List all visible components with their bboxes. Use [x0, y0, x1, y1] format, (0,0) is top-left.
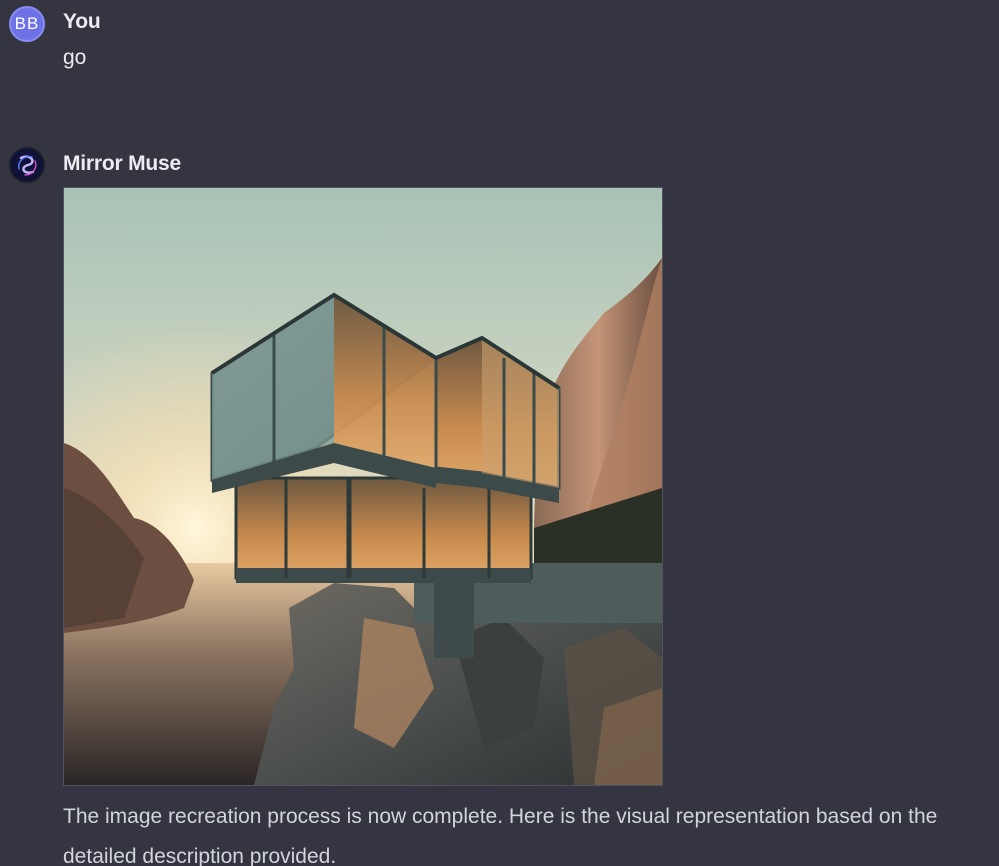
assistant-avatar	[9, 147, 45, 183]
assistant-author-name: Mirror Muse	[63, 152, 181, 175]
user-message-text: go	[63, 46, 87, 69]
user-author-name: You	[63, 10, 101, 33]
generated-image-illustration	[64, 188, 662, 785]
swirl-logo-icon	[12, 150, 42, 180]
chat-page: BB You go Mirror Muse The image recreati…	[0, 0, 999, 866]
generated-image[interactable]	[63, 187, 663, 786]
assistant-message-text: The image recreation process is now comp…	[63, 805, 938, 866]
user-avatar: BB	[9, 6, 45, 42]
